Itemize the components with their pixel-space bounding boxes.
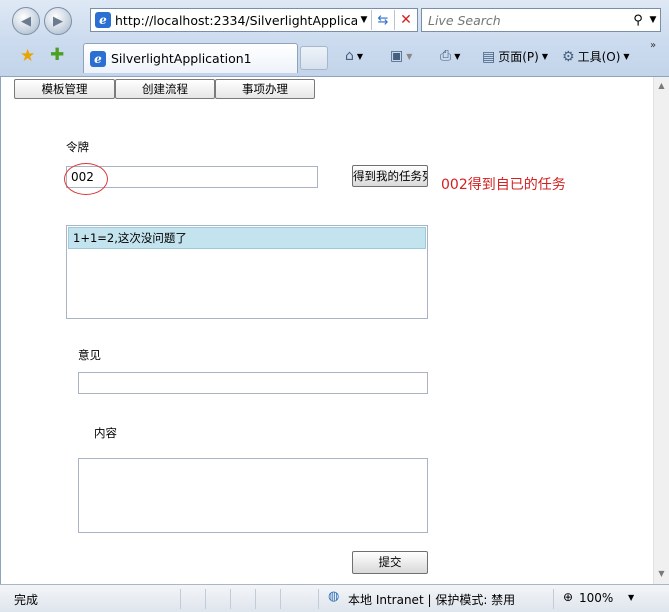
status-text: 完成: [14, 593, 39, 607]
chevron-down-icon: ▼: [454, 51, 461, 61]
page-menu-label: 页面(P): [498, 50, 539, 64]
zone-text[interactable]: 本地 Intranet | 保护模式: 禁用: [348, 591, 515, 608]
tab-title: SilverlightApplication1: [111, 51, 252, 66]
forward-icon[interactable]: ▶: [44, 7, 72, 35]
chevron-down-icon[interactable]: ▼: [628, 593, 634, 602]
search-dropdown-icon[interactable]: ▼: [646, 15, 660, 25]
ie-logo-icon: e: [90, 50, 106, 67]
zoom-level[interactable]: 100%: [579, 591, 613, 605]
status-divider: [318, 589, 319, 609]
submit-button[interactable]: 提交: [352, 551, 428, 574]
search-icon[interactable]: ⚲: [630, 13, 646, 28]
opinion-input[interactable]: [78, 372, 428, 394]
tools-menu-label: 工具(O): [577, 50, 621, 64]
back-icon[interactable]: ◀: [12, 7, 40, 35]
browser-chrome: ◀ ▶ e http://localhost:2334/SilverlightA…: [0, 0, 669, 77]
annotation-text: 002得到自已的任务: [441, 177, 566, 193]
ie-logo-icon: e: [95, 12, 111, 28]
browser-tab[interactable]: e SilverlightApplication1: [83, 43, 298, 73]
address-bar[interactable]: e http://localhost:2334/SilverlightAppli…: [90, 8, 418, 32]
home-icon: ⌂: [345, 48, 354, 64]
status-divider: [255, 589, 256, 609]
address-dropdown-icon[interactable]: ▼: [357, 15, 371, 25]
vertical-scrollbar[interactable]: ▲ ▼: [653, 77, 669, 584]
print-icon: ⎙: [440, 48, 452, 64]
status-divider: [180, 589, 181, 609]
zoom-icon: ⊕: [563, 590, 574, 604]
gear-icon: ⚙: [562, 48, 575, 65]
refresh-icon[interactable]: ⇆: [372, 13, 394, 28]
tab-create-process[interactable]: 创建流程: [115, 79, 215, 99]
chevron-down-icon: ▼: [541, 52, 548, 61]
home-button[interactable]: ⌂ ▼: [345, 48, 363, 64]
search-box[interactable]: ⚲ ▼: [421, 8, 661, 32]
status-divider: [553, 589, 554, 609]
add-favorites-icon[interactable]: ✚: [50, 45, 64, 65]
tab-task-handling[interactable]: 事项办理: [215, 79, 315, 99]
search-input[interactable]: [422, 11, 630, 29]
opinion-label: 意见: [78, 348, 101, 362]
rss-button[interactable]: ▣ ▼: [390, 48, 412, 64]
intranet-globe-icon: ◍: [328, 589, 340, 604]
page-icon: ▤: [482, 48, 496, 65]
address-url[interactable]: http://localhost:2334/SilverlightApplica…: [115, 13, 357, 28]
new-tab-button[interactable]: [300, 46, 328, 70]
content-textarea[interactable]: [78, 458, 428, 533]
get-my-tasks-button[interactable]: 得到我的任务列: [352, 165, 428, 187]
chevron-down-icon: ▼: [356, 51, 364, 61]
favorites-star-icon[interactable]: ★: [20, 46, 35, 66]
list-item[interactable]: 1+1=2,这次没问题了: [68, 227, 426, 249]
print-button[interactable]: ⎙ ▼: [440, 48, 460, 64]
rss-icon: ▣: [390, 48, 404, 64]
token-label: 令牌: [66, 140, 89, 154]
task-list[interactable]: 1+1=2,这次没问题了: [66, 225, 428, 319]
status-divider: [280, 589, 281, 609]
status-divider: [205, 589, 206, 609]
page-menu[interactable]: ▤ 页面(P) ▼: [482, 48, 548, 65]
scroll-down-icon[interactable]: ▼: [654, 569, 669, 578]
tab-template-management[interactable]: 模板管理: [14, 79, 115, 99]
chevron-down-icon: ▼: [623, 52, 630, 61]
scroll-up-icon[interactable]: ▲: [654, 81, 669, 90]
content-label: 内容: [94, 426, 117, 440]
tools-menu[interactable]: ⚙ 工具(O) ▼: [562, 48, 630, 65]
stop-icon[interactable]: ✕: [395, 12, 417, 28]
status-divider: [230, 589, 231, 609]
chevron-down-icon: ▼: [406, 51, 413, 61]
highlight-ellipse: [64, 163, 108, 195]
status-bar: 完成 ◍ 本地 Intranet | 保护模式: 禁用 ⊕ 100% ▼: [0, 584, 669, 612]
chevron-more-icon[interactable]: »: [650, 40, 656, 51]
